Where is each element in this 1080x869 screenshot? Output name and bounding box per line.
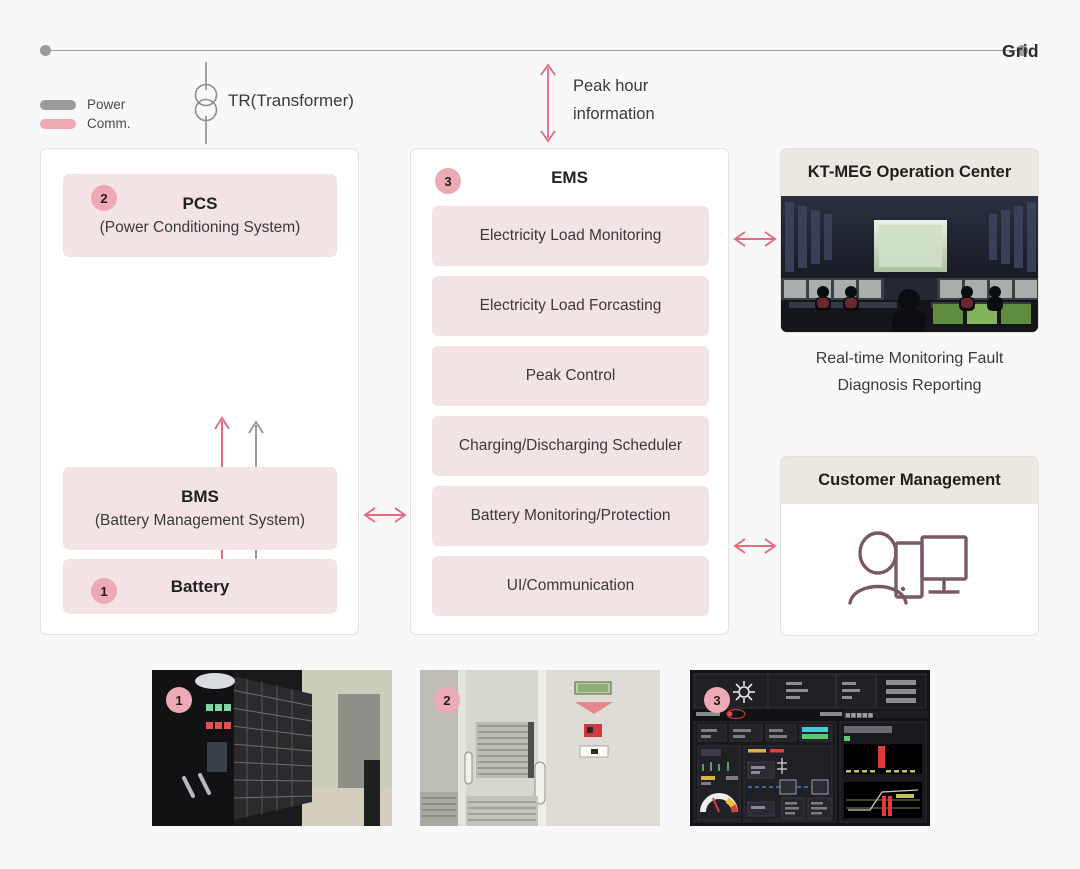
control-room-photo: [781, 196, 1038, 332]
ems-item-electricity-load-forcasting[interactable]: Electricity Load Forcasting: [432, 276, 709, 336]
operation-center-caption: Real-time Monitoring Fault Diagnosis Rep…: [780, 345, 1039, 399]
operation-center-title: KT-MEG Operation Center: [781, 149, 1038, 196]
double-headed-vertical-arrow-icon: [536, 62, 560, 144]
ems-item-electricity-load-monitoring[interactable]: Electricity Load Monitoring: [432, 206, 709, 266]
peak-hour-line2: information: [573, 105, 655, 123]
operation-center-card: KT-MEG Operation Center: [780, 148, 1039, 333]
operation-center-caption-line2: Diagnosis Reporting: [837, 377, 982, 394]
legend-item-comm: Comm.: [40, 114, 131, 133]
bms-to-ems-arrow-icon: [362, 504, 408, 526]
grid-connection-line: [40, 44, 1040, 58]
battery-photo-badge: 1: [166, 687, 192, 713]
pcs-title: PCS: [182, 194, 218, 213]
grid-rail: [47, 50, 1022, 51]
bms-subtitle: (Battery Management System): [94, 512, 306, 529]
pcs-subtitle: (Power Conditioning System): [99, 219, 301, 236]
battery-title: Battery: [170, 576, 230, 596]
legend-item-power: Power: [40, 95, 131, 114]
grid-label: Grid: [1002, 41, 1039, 61]
customer-management-card: Customer Management: [780, 456, 1039, 636]
ems-item-ui-communication[interactable]: UI/Communication: [432, 556, 709, 616]
battery-step-badge: 1: [91, 578, 117, 604]
customer-management-title: Customer Management: [781, 457, 1038, 504]
legend: Power Comm.: [40, 95, 131, 133]
pcs-cabinet-photo: 2: [420, 670, 660, 826]
person-with-monitor-icon: [847, 529, 972, 612]
peak-hour-information-label: Peak hour information: [573, 72, 655, 128]
transformer-label: TR(Transformer): [228, 91, 354, 110]
legend-label-power: Power: [87, 97, 126, 112]
pcs-step-badge: 2: [91, 185, 117, 211]
ems-item-battery-monitoring-protection[interactable]: Battery Monitoring/Protection: [432, 486, 709, 546]
peak-hour-line1: Peak hour: [573, 77, 649, 95]
legend-label-comm: Comm.: [87, 116, 131, 131]
ems-panel: 3 EMS Electricity Load Monitoring Electr…: [410, 148, 729, 635]
power-line-swatch: [40, 99, 76, 110]
battery-rack-photo: 1: [152, 670, 392, 826]
svg-text:■■■■■: ■■■■■: [845, 712, 874, 719]
operation-center-caption-line1: Real-time Monitoring Fault: [815, 350, 1004, 367]
ems-photo-badge: 3: [704, 687, 730, 713]
bms-box[interactable]: BMS (Battery Management System): [63, 467, 337, 550]
ems-item-charging-discharging-scheduler[interactable]: Charging/Discharging Scheduler: [432, 416, 709, 476]
ems-item-peak-control[interactable]: Peak Control: [432, 346, 709, 406]
pcs-photo-badge: 2: [434, 687, 460, 713]
customer-management-body: [781, 504, 1038, 635]
ems-to-customer-management-arrow-icon: [732, 535, 778, 557]
transformer-symbol-icon: [186, 62, 226, 144]
ems-to-operation-center-arrow-icon: [732, 228, 778, 250]
comm-line-swatch: [40, 118, 76, 129]
ems-dashboard-photo: 3 ■■■■■: [690, 670, 930, 826]
bms-title: BMS: [181, 487, 219, 506]
pcs-bms-panel: PCS (Power Conditioning System) 2 BMS (B…: [40, 148, 359, 635]
grid-dot-left: [40, 45, 51, 56]
ems-title: EMS: [551, 168, 588, 187]
